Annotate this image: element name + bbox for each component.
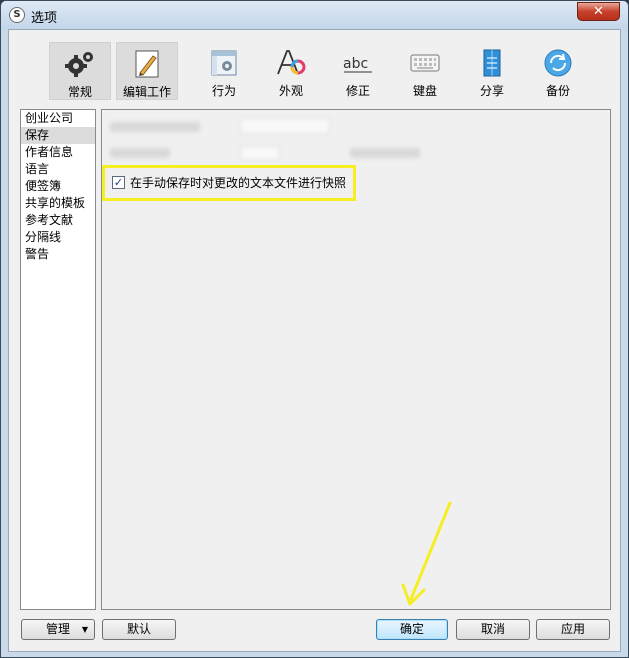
tab-label: 外观 — [278, 84, 303, 98]
app-logo-icon: S — [9, 7, 25, 23]
manage-label: 管理 — [45, 622, 70, 636]
dialog-client: 常规 编辑工作 行为 外观 abc 修正 键盘 分享 备份 创业公司 保存 作者… — [8, 29, 621, 652]
tab-label: 备份 — [545, 84, 570, 98]
tab-label: 编辑工作 — [122, 85, 171, 99]
spellcheck-abc-icon: abc — [343, 56, 372, 73]
sidebar-item-save[interactable]: 保存 — [21, 127, 95, 144]
window-gear-icon — [211, 50, 237, 76]
window-title: 选项 — [31, 11, 58, 26]
tab-label: 键盘 — [412, 84, 437, 98]
category-toolbar: 常规 编辑工作 行为 外观 abc 修正 键盘 分享 备份 — [9, 30, 620, 106]
sidebar-item-scratchpad[interactable]: 便签簿 — [21, 178, 95, 195]
close-button[interactable]: ✕ — [577, 2, 620, 21]
tab-label: 行为 — [211, 84, 236, 98]
sidebar-item-shared-templates[interactable]: 共享的模板 — [21, 195, 95, 212]
pen-edit-icon — [135, 50, 159, 78]
settings-panel: ✓ 在手动保存时对更改的文本文件进行快照 — [101, 109, 611, 610]
sidebar-item-warnings[interactable]: 警告 — [21, 246, 95, 263]
sidebar-item-startup[interactable]: 创业公司 — [21, 110, 95, 127]
settings-category-list[interactable]: 创业公司 保存 作者信息 语言 便签簿 共享的模板 参考文献 分隔线 警告 — [20, 109, 96, 610]
snapshot-option[interactable]: ✓ 在手动保存时对更改的文本文件进行快照 — [112, 174, 346, 190]
sidebar-item-author-info[interactable]: 作者信息 — [21, 144, 95, 161]
sidebar-item-separator[interactable]: 分隔线 — [21, 229, 95, 246]
tab-general[interactable]: 常规 — [49, 42, 111, 100]
keyboard-icon — [410, 54, 440, 72]
tab-keyboard[interactable]: 键盘 — [394, 42, 456, 100]
tab-label: 常规 — [67, 85, 92, 99]
snapshot-checkbox[interactable]: ✓ — [112, 175, 125, 189]
options-window: S 选项 ✕ 常规 编辑工作 行为 外观 abc 修正 键盘 分享 备份 创业公… — [0, 0, 629, 658]
title-bar[interactable]: S 选项 ✕ — [1, 1, 628, 29]
default-button[interactable]: 默认 — [102, 619, 176, 640]
tab-backup[interactable]: 备份 — [527, 42, 589, 100]
chevron-down-icon: ▼ — [81, 625, 88, 634]
blurred-settings — [110, 116, 430, 166]
ok-button[interactable]: 确定 — [376, 619, 448, 640]
manage-button[interactable]: 管理 ▼ — [21, 619, 95, 640]
sidebar-item-references[interactable]: 参考文献 — [21, 212, 95, 229]
snapshot-checkbox-label: 在手动保存时对更改的文本文件进行快照 — [130, 175, 347, 190]
gears-icon — [65, 52, 93, 77]
tab-label: 分享 — [479, 84, 504, 98]
tab-editing[interactable]: 编辑工作 — [116, 42, 178, 100]
font-color-icon — [277, 50, 306, 75]
tab-behavior[interactable]: 行为 — [193, 42, 255, 100]
apply-button[interactable]: 应用 — [536, 619, 610, 640]
tab-label: 修正 — [345, 84, 370, 98]
tab-correction[interactable]: abc 修正 — [327, 42, 389, 100]
tab-share[interactable]: 分享 — [461, 42, 523, 100]
svg-text:abc: abc — [343, 56, 368, 72]
backup-sync-icon — [544, 49, 572, 77]
sidebar-item-language[interactable]: 语言 — [21, 161, 95, 178]
share-book-icon — [483, 49, 501, 77]
cancel-button[interactable]: 取消 — [456, 619, 530, 640]
tab-appearance[interactable]: 外观 — [260, 42, 322, 100]
